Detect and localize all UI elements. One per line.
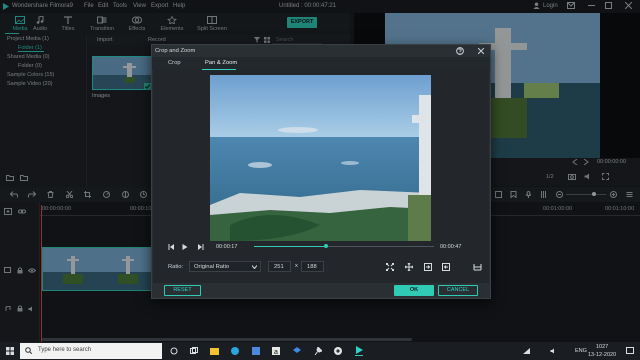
fit-icon[interactable]: [386, 263, 394, 271]
file-explorer-icon[interactable]: [210, 347, 219, 355]
dialog-playback-row: 00:00:17 00:00:47: [153, 242, 489, 252]
amazon-icon[interactable]: a: [272, 347, 280, 355]
notifications-icon[interactable]: [626, 347, 634, 355]
move-icon[interactable]: [405, 263, 413, 271]
chevron-down-icon: [252, 265, 257, 269]
taskbar-search-placeholder: Type here to search: [38, 347, 92, 353]
dialog-ratio-row: Ratio: Original Ratio 251 x 188: [153, 259, 489, 274]
current-time: 00:00:17: [216, 244, 238, 250]
ratio-select-value: Original Ratio: [194, 264, 230, 270]
step-forward-icon[interactable]: [197, 244, 204, 250]
network-icon[interactable]: [523, 348, 530, 354]
help-icon[interactable]: [456, 47, 464, 55]
crop-zoom-dialog: Crop and Zoom Crop Pan & Zoom 00:00:17 0…: [151, 44, 491, 299]
dialog-title: Crop and Zoom: [155, 48, 196, 54]
dialog-title-bar: Crop and Zoom: [152, 45, 490, 57]
tab-crop[interactable]: Crop: [168, 60, 181, 66]
seek-bar-handle[interactable]: [324, 244, 328, 248]
dialog-close-icon[interactable]: [478, 48, 484, 54]
ratio-label: Ratio:: [168, 264, 184, 270]
tab-pan-zoom[interactable]: Pan & Zoom: [205, 60, 237, 66]
filmora-taskbar-icon[interactable]: [355, 346, 363, 356]
height-value: 188: [307, 264, 317, 270]
height-field[interactable]: 188: [301, 261, 324, 272]
dimension-separator: x: [295, 263, 298, 269]
clock-date[interactable]: 13-12-2020: [588, 352, 616, 358]
chrome-icon[interactable]: [334, 347, 342, 355]
pin-app-icon[interactable]: [314, 347, 322, 355]
reset-button[interactable]: RESET: [164, 285, 201, 296]
clock-time[interactable]: 1027: [596, 344, 608, 350]
store-icon[interactable]: [252, 347, 260, 355]
taskbar-search[interactable]: Type here to search: [20, 343, 162, 359]
set-end-icon[interactable]: [424, 263, 432, 271]
windows-start-icon[interactable]: [6, 347, 14, 355]
taskbar-search-icon: [25, 347, 32, 354]
play-icon[interactable]: [182, 244, 188, 250]
speaker-icon[interactable]: [550, 348, 557, 354]
ratio-select[interactable]: Original Ratio: [189, 261, 261, 272]
windows-taskbar: Type here to search a ENG 1027 13-12-202…: [0, 342, 640, 360]
crop-preview-image[interactable]: [210, 75, 431, 241]
svg-text:a: a: [274, 349, 278, 355]
width-value: 251: [274, 264, 284, 270]
dropbox-icon[interactable]: [293, 347, 301, 355]
cancel-button[interactable]: CANCEL: [438, 285, 478, 296]
dialog-seek-bar[interactable]: [254, 244, 434, 248]
task-view-icon[interactable]: [170, 347, 178, 355]
step-back-icon[interactable]: [168, 244, 175, 250]
edge-browser-icon[interactable]: [231, 347, 239, 355]
language-indicator[interactable]: ENG: [575, 348, 587, 354]
swap-icon[interactable]: [473, 263, 482, 271]
total-time: 00:00:47: [440, 244, 462, 250]
multitask-icon[interactable]: [190, 347, 198, 355]
set-start-icon[interactable]: [442, 263, 450, 271]
width-field[interactable]: 251: [268, 261, 291, 272]
seek-bar-fill: [254, 246, 326, 247]
ok-button[interactable]: OK: [394, 285, 434, 296]
